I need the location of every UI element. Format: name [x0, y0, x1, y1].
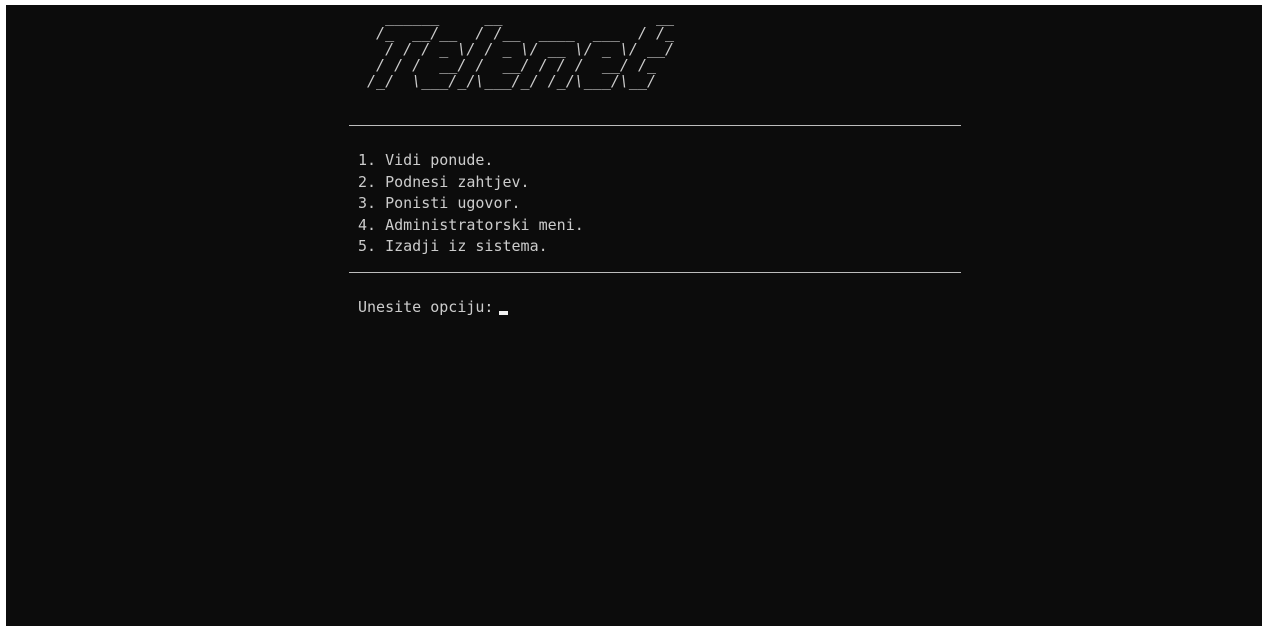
- menu-item-admin-menu: 4. Administratorski meni.: [358, 215, 584, 234]
- bottom-divider: [349, 272, 961, 273]
- menu-item-submit-request: 2. Podnesi zahtjev.: [358, 172, 530, 191]
- menu-item-exit: 5. Izadji iz sistema.: [358, 237, 548, 255]
- menu-item-view-offers: 1. Vidi ponude.: [358, 151, 494, 169]
- telenet-ascii-banner: ______ __ __ /_ __/__ / /__ ____ ___ / /…: [367, 8, 675, 90]
- menu-item-cancel-contract: 3. Ponisti ugovor.: [358, 194, 521, 212]
- top-divider: [349, 125, 961, 126]
- option-prompt[interactable]: Unesite opciju:: [358, 297, 509, 318]
- main-menu: 1. Vidi ponude. 2. Podnesi zahtjev. 3. P…: [358, 150, 584, 258]
- text-cursor: [499, 311, 509, 315]
- console-window: ______ __ __ /_ __/__ / /__ ____ ___ / /…: [6, 5, 1262, 626]
- prompt-label: Unesite opciju:: [358, 298, 494, 316]
